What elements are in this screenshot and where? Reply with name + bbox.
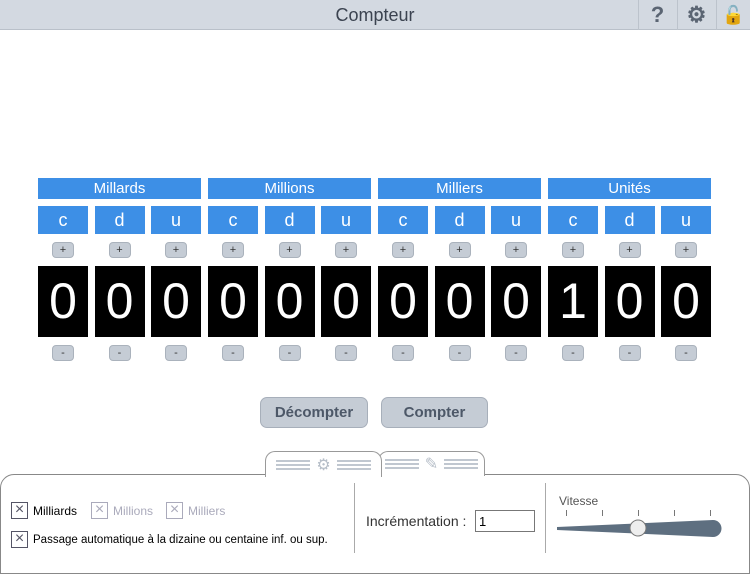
place-label: d [604, 206, 655, 234]
increment-digit-button[interactable]: + [335, 242, 357, 258]
increment-digit-button[interactable]: + [278, 242, 301, 258]
digit-display: 0 [491, 266, 541, 337]
checkbox-label: Milliers [188, 503, 226, 518]
increment-digit-button[interactable]: + [108, 242, 131, 258]
decrement-digit-button[interactable]: - [562, 345, 584, 361]
title-bar: Compteur ? ⚙ 🔓 [0, 0, 750, 30]
speed-slider[interactable] [555, 515, 725, 541]
digit-display: 0 [661, 266, 711, 337]
increment-digit-button[interactable]: + [675, 242, 697, 258]
group-header: Millards [38, 178, 201, 199]
checkbox-milliers[interactable]: × Milliers [166, 502, 225, 519]
group-header: Unités [548, 178, 711, 199]
digit-display: 0 [321, 266, 371, 337]
decrement-digit-button[interactable]: - [165, 345, 187, 361]
increment-digit-button[interactable]: + [165, 242, 187, 258]
decrement-digit-button[interactable]: - [392, 345, 414, 361]
increment-input[interactable] [475, 510, 535, 532]
place-label: c [548, 206, 598, 234]
increment-label: Incrémentation : [366, 513, 467, 529]
slider-thumb[interactable] [629, 519, 647, 537]
place-label: c [208, 206, 258, 234]
digit-display: 0 [208, 266, 258, 337]
digit-display: 0 [378, 266, 428, 337]
increment-digit-button[interactable]: + [448, 242, 471, 258]
checkbox-milliards[interactable]: × Milliards [11, 502, 77, 519]
increment-digit-button[interactable]: + [52, 242, 74, 258]
divider [354, 483, 355, 553]
group-header: Milliers [378, 178, 541, 199]
count-button[interactable]: Compter [381, 397, 488, 428]
digit-display: 0 [151, 266, 201, 337]
tab-settings[interactable]: ⚙ [265, 451, 382, 477]
place-label: d [264, 206, 315, 234]
digit-display: 0 [604, 266, 655, 337]
decrement-digit-button[interactable]: - [675, 345, 697, 361]
digit-display: 0 [94, 266, 145, 337]
checkbox-label: Passage automatique à la dizaine ou cent… [33, 533, 328, 546]
increment-digit-button[interactable]: + [505, 242, 527, 258]
pencil-icon: ✎ [424, 456, 439, 473]
decrement-digit-button[interactable]: - [335, 345, 357, 361]
decrement-digit-button[interactable]: - [52, 345, 74, 361]
checkbox-millions[interactable]: × Millions [91, 502, 153, 519]
place-label: u [491, 206, 541, 234]
speed-label: Vitesse [559, 494, 599, 508]
decrement-digit-button[interactable]: - [222, 345, 244, 361]
checkbox-label: Millions [113, 503, 154, 518]
increment-digit-button[interactable]: + [618, 242, 641, 258]
decrement-digit-button[interactable]: - [618, 345, 641, 361]
increment-digit-button[interactable]: + [222, 242, 244, 258]
place-label: c [378, 206, 428, 234]
tab-edit[interactable]: ✎ [378, 451, 485, 476]
group-header: Millions [208, 178, 371, 199]
place-label: u [151, 206, 201, 234]
decount-button[interactable]: Décompter [260, 397, 368, 428]
gear-icon: ⚙ [686, 2, 707, 27]
decrement-digit-button[interactable]: - [505, 345, 527, 361]
digit-display: 1 [548, 266, 598, 337]
help-button[interactable]: ? [638, 0, 676, 30]
digit-display: 0 [434, 266, 485, 337]
settings-button[interactable]: ⚙ [677, 0, 715, 30]
decrement-digit-button[interactable]: - [108, 345, 131, 361]
unlock-icon: 🔓 [722, 4, 745, 25]
gear-icon: ⚙ [316, 456, 331, 474]
checkbox-label: Milliards [33, 503, 78, 518]
place-label: d [94, 206, 145, 234]
checkbox-auto-passage[interactable]: × Passage automatique à la dizaine ou cen… [11, 531, 328, 548]
increment-digit-button[interactable]: + [392, 242, 414, 258]
decrement-digit-button[interactable]: - [448, 345, 471, 361]
increment-digit-button[interactable]: + [562, 242, 584, 258]
digit-display: 0 [38, 266, 88, 337]
place-label: d [434, 206, 485, 234]
digit-display: 0 [264, 266, 315, 337]
place-label: u [661, 206, 711, 234]
place-label: u [321, 206, 371, 234]
place-label: c [38, 206, 88, 234]
divider [545, 483, 546, 553]
lock-button[interactable]: 🔓 [716, 0, 750, 30]
decrement-digit-button[interactable]: - [278, 345, 301, 361]
